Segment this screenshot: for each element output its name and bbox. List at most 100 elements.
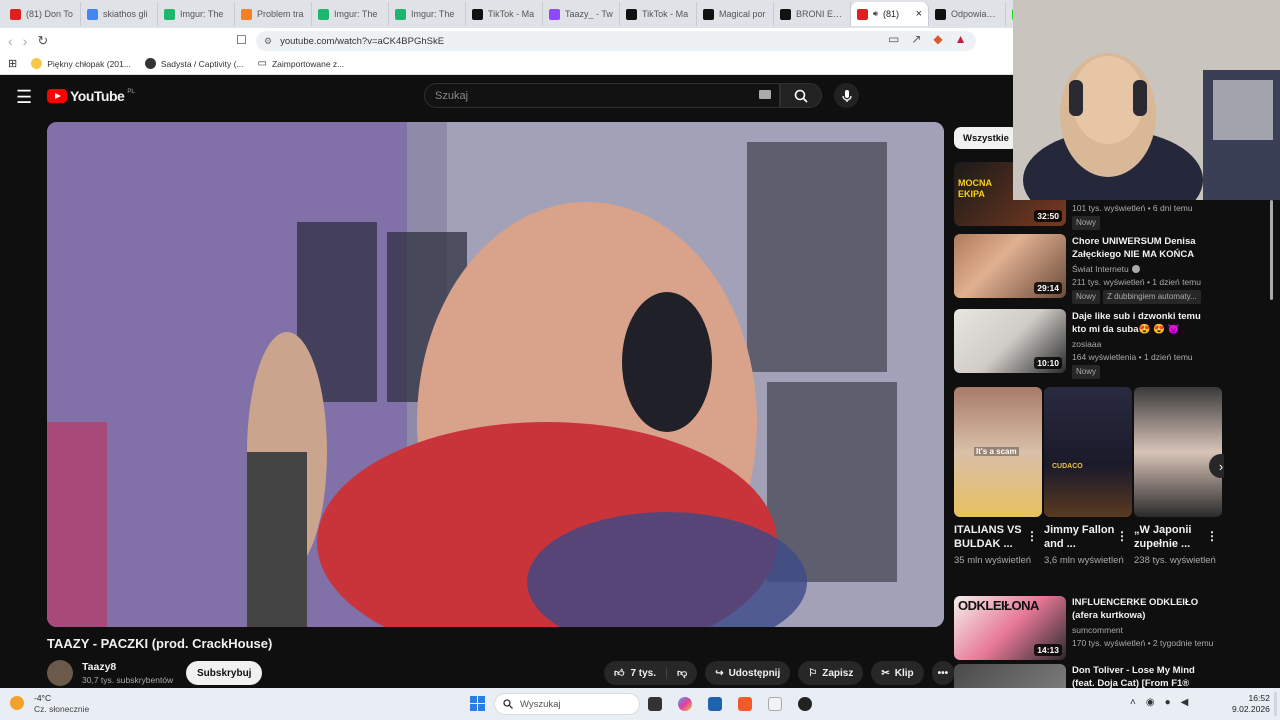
video-player[interactable] (47, 122, 944, 627)
browser-tab[interactable]: Imgur: The (389, 2, 466, 26)
channel-name[interactable]: Taazy8 (82, 661, 116, 673)
tab-title: skiathos gli (103, 9, 148, 19)
dislike-button[interactable]: 👎︎ (667, 667, 697, 679)
apps-grid-icon[interactable]: ⊞ (8, 57, 17, 70)
clock[interactable]: 16:52 9.02.2026 (1232, 693, 1270, 715)
browser-tab[interactable] (1006, 2, 1013, 26)
video-title: Daje like sub i dzwonki temu kto mi da s… (1072, 311, 1201, 335)
video-title: Chore UNIWERSUM Denisa Załęckiego NIE MA… (1072, 236, 1196, 260)
short-title: Jimmy Fallon and ... (1044, 524, 1115, 550)
reload-icon[interactable]: ↻ (37, 33, 48, 49)
obs-icon[interactable] (798, 697, 812, 711)
browser-tab[interactable]: 🔊︎ (81) × (851, 2, 929, 26)
video-thumbnail: 29:14 (954, 234, 1066, 298)
brave-browser-icon[interactable] (738, 697, 752, 711)
kebab-menu-icon[interactable]: ⋮ (1222, 312, 1224, 324)
browser-tab[interactable]: (81) Don To (4, 2, 81, 26)
tab-favicon-icon (241, 8, 252, 20)
weather-text[interactable]: -4°C Cz. słonecznie (34, 693, 89, 715)
tab-title: (81) Don To (26, 9, 73, 19)
search-button[interactable] (780, 83, 822, 108)
browser-tab[interactable]: TikTok - Ma (620, 2, 697, 26)
thumbnail-text: ODKLEIŁONA (958, 598, 1039, 613)
recommendation-card[interactable]: 10:10 Daje like sub i dzwonki temu kto m… (954, 309, 1224, 379)
weather-widget[interactable] (10, 692, 34, 716)
kebab-menu-icon[interactable]: ⋮ (1222, 667, 1224, 679)
filter-chip-all[interactable]: Wszystkie (954, 127, 1018, 149)
browser-tab[interactable]: Odpowiadam (929, 2, 1006, 26)
new-badge: Nowy (1072, 290, 1101, 304)
recommendation-card[interactable]: ODKLEIŁONA 14:13 INFLUENCERKE ODKLEIŁO (… (954, 596, 1224, 662)
browser-tab[interactable]: BRONI EPS (774, 2, 851, 26)
bookmark-folder[interactable]: ▭ Zaimportowane z... (258, 58, 345, 69)
network-icon[interactable]: ◉ (1146, 697, 1155, 708)
browser-tab[interactable]: Magical por (697, 2, 774, 26)
bookmark-item[interactable]: Sadysta / Captivity (... (144, 58, 244, 69)
browser-tab[interactable]: Imgur: The (158, 2, 235, 26)
close-tab-icon[interactable]: × (916, 8, 922, 20)
microphone-icon[interactable]: ● (1165, 697, 1171, 708)
save-button[interactable]: ⚐ Zapisz (798, 661, 864, 685)
short-card[interactable]: It's a scam ITALIANS VS BULDAK ... 35 ml… (954, 387, 1042, 568)
tab-title: TikTok - Ma (488, 9, 535, 19)
video-title: Don Toliver - Lose My Mind (feat. Doja C… (1072, 665, 1195, 688)
short-card[interactable]: „W Japonii zupełnie ... 238 tys. wyświet… (1134, 387, 1222, 568)
tab-favicon-icon (935, 8, 946, 20)
logo-text: YouTube (70, 88, 125, 104)
tab-audio-icon[interactable]: 🔊︎ (873, 9, 878, 19)
browser-tab[interactable]: Imgur: The (312, 2, 389, 26)
short-views: 238 tys. wyświetleń (1134, 555, 1216, 566)
tab-title: TikTok - Ma (642, 9, 689, 19)
recommendation-card[interactable]: Don Toliver - Lose My Mind (feat. Doja C… (954, 664, 1224, 688)
start-button[interactable] (470, 696, 485, 713)
volume-icon[interactable]: ◀ (1181, 697, 1189, 708)
region-code: PL (127, 89, 135, 95)
kebab-menu-icon[interactable]: ⋮ (1222, 237, 1224, 249)
store-icon[interactable] (708, 697, 722, 711)
url-bar[interactable]: ⚙ youtube.com/watch?v=aCK4BPGhSkE (256, 31, 976, 51)
bookmark-item[interactable]: Piękny chłopak (201... (31, 58, 131, 69)
kebab-menu-icon[interactable]: ⋮ (1026, 529, 1038, 543)
browser-tab[interactable]: Taazy_ - Tw (543, 2, 620, 26)
search-input[interactable]: Szukaj (424, 83, 780, 108)
search-icon (503, 699, 513, 709)
copilot-icon[interactable] (678, 697, 692, 711)
channel-avatar[interactable] (47, 660, 73, 686)
brave-shield-icon[interactable]: ◆ (933, 32, 942, 46)
like-button[interactable]: 👍︎ 7 tys. (604, 667, 668, 679)
share-icon[interactable]: ↗ (911, 32, 921, 46)
save-label: Zapisz (822, 667, 854, 679)
recommendation-card[interactable]: 29:14 Chore UNIWERSUM Denisa Załęckiego … (954, 234, 1224, 304)
video-meta: 164 wyświetlenia • 1 dzień temu (1072, 352, 1193, 362)
keyboard-icon[interactable] (759, 90, 771, 99)
back-icon[interactable]: ‹ (8, 33, 13, 49)
voice-search-button[interactable] (834, 83, 859, 108)
youtube-logo[interactable]: YouTube PL (47, 88, 135, 104)
subscribe-button[interactable]: Subskrybuj (186, 661, 263, 685)
forward-icon[interactable]: › (23, 33, 28, 49)
notepad-icon[interactable] (768, 697, 782, 711)
kebab-menu-icon[interactable]: ⋮ (1116, 529, 1128, 543)
kebab-menu-icon[interactable]: ⋮ (1222, 599, 1224, 611)
short-thumbnail (1134, 387, 1222, 517)
task-view-icon[interactable] (648, 697, 662, 711)
tab-favicon-icon (395, 8, 406, 20)
browser-tab[interactable]: Problem tra (235, 2, 312, 26)
folder-icon: ▭ (257, 58, 267, 69)
menu-icon[interactable]: ☰ (16, 87, 32, 108)
cast-icon[interactable]: ▭ (888, 32, 899, 46)
share-button[interactable]: ↪ Udostępnij (705, 661, 791, 685)
chevron-up-icon[interactable]: ˄ (1130, 697, 1136, 708)
brave-rewards-icon[interactable]: ▲ (955, 32, 967, 46)
short-card[interactable]: CUDACO Jimmy Fallon and ... 3,6 mln wyśw… (1044, 387, 1132, 568)
browser-tab[interactable]: skiathos gli (81, 2, 158, 26)
kebab-menu-icon[interactable]: ⋮ (1206, 529, 1218, 543)
bookmark-icon[interactable]: ☐ (236, 33, 247, 47)
clip-button[interactable]: ✂ Klip (871, 661, 924, 685)
taskbar-search[interactable]: Wyszukaj (494, 693, 640, 715)
browser-tab[interactable]: TikTok - Ma (466, 2, 543, 26)
site-info-icon[interactable]: ⚙ (264, 36, 272, 47)
tab-title: Magical por (719, 9, 766, 19)
show-desktop-button[interactable] (1274, 692, 1277, 716)
thumbnail-text: CUDACO (1052, 463, 1083, 470)
